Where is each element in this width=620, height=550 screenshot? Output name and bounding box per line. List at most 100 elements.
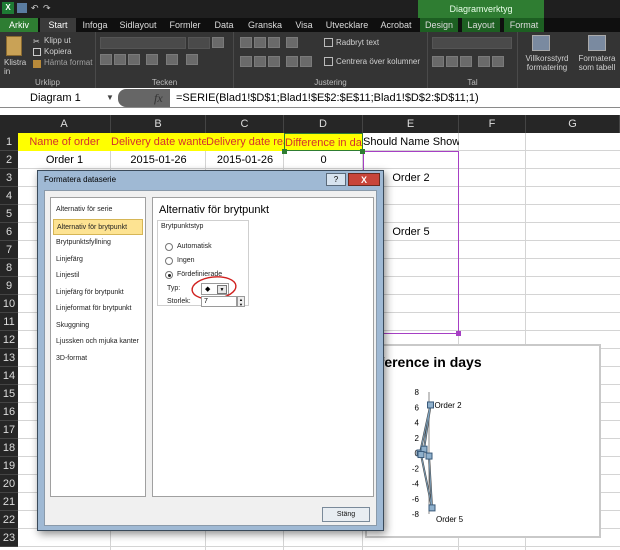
copy-icon[interactable] — [33, 48, 41, 56]
category-list-item[interactable]: Brytpunktsfyllning — [53, 235, 143, 251]
data-point-marker[interactable] — [427, 401, 434, 409]
help-button[interactable]: ? — [326, 173, 346, 186]
orientation-icon[interactable] — [286, 37, 298, 48]
format-painter-label[interactable]: Hämta format — [44, 58, 92, 67]
font-color-icon[interactable] — [186, 54, 198, 65]
redo-icon[interactable]: ↷ — [43, 3, 53, 13]
category-list-item[interactable]: Linjefärg — [53, 252, 143, 268]
category-list-item[interactable]: Alternativ för brytpunkt — [53, 218, 143, 235]
increase-indent-icon[interactable] — [300, 56, 312, 67]
row-header[interactable]: 19 — [0, 457, 18, 475]
row-header[interactable]: 5 — [0, 205, 18, 223]
row-header[interactable]: 18 — [0, 439, 18, 457]
chart-area[interactable]: fference in days 86420-2-4-6-8Order 2Ord… — [365, 344, 601, 538]
cell-b1[interactable]: Delivery date wanted — [111, 133, 206, 151]
size-spinner-icon[interactable]: ▲ ▼ — [237, 296, 245, 307]
row-header[interactable]: 9 — [0, 277, 18, 295]
cell-b2[interactable]: 2015-01-26 — [111, 151, 206, 169]
borders-icon[interactable] — [146, 54, 158, 65]
format-as-table-icon[interactable] — [588, 35, 606, 51]
tab-layout[interactable]: Layout — [462, 18, 500, 32]
cut-button-label[interactable]: Klipp ut — [44, 36, 71, 45]
thousands-icon[interactable] — [460, 56, 472, 67]
wrap-text-label[interactable]: Radbryt text — [336, 38, 379, 47]
cell-c2[interactable]: 2015-01-26 — [206, 151, 284, 169]
undo-icon[interactable]: ↶ — [31, 3, 41, 13]
percent-icon[interactable] — [446, 56, 458, 67]
tab-utvecklare[interactable]: Utvecklare — [322, 18, 372, 32]
tab-formler[interactable]: Formler — [166, 18, 204, 32]
column-header-c[interactable]: C — [206, 115, 284, 133]
data-label[interactable]: Order 5 — [436, 515, 464, 524]
cell-d2[interactable]: 0 — [284, 151, 363, 169]
tab-acrobat[interactable]: Acrobat — [376, 18, 416, 32]
paste-icon[interactable] — [6, 36, 22, 56]
tab-visa[interactable]: Visa — [290, 18, 318, 32]
cell-d1[interactable]: Difference in days — [284, 133, 363, 151]
range-handle[interactable] — [360, 149, 365, 154]
tab-sidlayout[interactable]: Sidlayout — [114, 18, 162, 32]
merge-icon[interactable] — [324, 57, 333, 66]
row-header[interactable]: 10 — [0, 295, 18, 313]
size-input[interactable]: 7 — [201, 296, 237, 307]
column-header-f[interactable]: F — [459, 115, 526, 133]
conditional-formatting-label[interactable]: Villkorsstyrd formatering — [524, 54, 570, 72]
row-header[interactable]: 13 — [0, 349, 18, 367]
tab-granska[interactable]: Granska — [244, 18, 286, 32]
row-header[interactable]: 1 — [0, 133, 18, 151]
row-header[interactable]: 15 — [0, 385, 18, 403]
category-list-item[interactable]: Linjefärg för brytpunkt — [53, 285, 143, 301]
data-label[interactable]: Order 2 — [435, 401, 463, 410]
number-format-dropdown[interactable] — [432, 37, 512, 49]
row-header[interactable]: 14 — [0, 367, 18, 385]
close-dialog-button[interactable]: Stäng — [322, 507, 370, 522]
wrap-text-icon[interactable] — [324, 38, 333, 47]
tab-format[interactable]: Format — [504, 18, 544, 32]
column-header-a[interactable]: A — [18, 115, 111, 133]
column-header-e[interactable]: E — [363, 115, 459, 133]
font-size-dropdown[interactable] — [188, 37, 210, 49]
row-header[interactable]: 4 — [0, 187, 18, 205]
close-button[interactable]: X — [348, 173, 380, 186]
data-point-marker[interactable] — [428, 504, 436, 512]
range-handle[interactable] — [456, 331, 461, 336]
row-header[interactable]: 17 — [0, 421, 18, 439]
row-header[interactable]: 16 — [0, 403, 18, 421]
select-all-corner[interactable] — [0, 115, 18, 133]
category-list-item[interactable]: 3D-format — [53, 351, 143, 367]
cell-c1[interactable]: Delivery date real — [206, 133, 284, 151]
column-header-b[interactable]: B — [111, 115, 206, 133]
tab-infoga[interactable]: Infoga — [78, 18, 112, 32]
align-left-icon[interactable] — [240, 56, 252, 67]
underline-icon[interactable] — [128, 54, 140, 65]
row-header[interactable]: 20 — [0, 475, 18, 493]
tab-design[interactable]: Design — [420, 18, 458, 32]
bold-icon[interactable] — [100, 54, 112, 65]
row-header[interactable]: 12 — [0, 331, 18, 349]
range-handle[interactable] — [282, 149, 287, 154]
fill-color-icon[interactable] — [166, 54, 178, 65]
row-header[interactable]: 2 — [0, 151, 18, 169]
row-header[interactable]: 3 — [0, 169, 18, 187]
conditional-formatting-icon[interactable] — [532, 35, 550, 51]
align-top-icon[interactable] — [240, 37, 252, 48]
formula-input[interactable]: =SERIE(Blad1!$D$1;Blad1!$E$2:$E$11;Blad1… — [176, 90, 479, 106]
radio-automatic[interactable] — [165, 243, 173, 251]
category-list-item[interactable]: Linjeformat för brytpunkt — [53, 301, 143, 317]
radio-none[interactable] — [165, 257, 173, 265]
align-right-icon[interactable] — [268, 56, 280, 67]
currency-icon[interactable] — [432, 56, 444, 67]
data-point-marker[interactable] — [425, 452, 433, 460]
insert-function-icon[interactable]: fx — [154, 90, 163, 106]
align-middle-icon[interactable] — [254, 37, 266, 48]
column-header-g[interactable]: G — [526, 115, 620, 133]
column-header-d[interactable]: D — [284, 115, 363, 133]
format-as-table-label[interactable]: Formatera som tabell — [574, 54, 620, 72]
paste-button-label[interactable]: Klistra in — [4, 58, 26, 76]
row-header[interactable]: 8 — [0, 259, 18, 277]
increase-decimal-icon[interactable] — [478, 56, 490, 67]
row-header[interactable]: 6 — [0, 223, 18, 241]
name-box-dropdown-icon[interactable]: ▼ — [106, 90, 114, 106]
category-list-item[interactable]: Linjestil — [53, 268, 143, 284]
decrease-decimal-icon[interactable] — [492, 56, 504, 67]
